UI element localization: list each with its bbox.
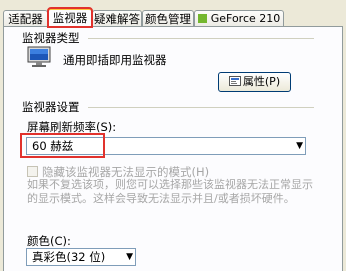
refresh-rate-label: 屏幕刷新频率(S): bbox=[27, 120, 117, 134]
properties-button-label: 属性(P) bbox=[242, 75, 281, 88]
tab-strip: 适配器 监视器 疑难解答 颜色管理 GeForce 210 bbox=[0, 7, 346, 28]
properties-icon bbox=[228, 76, 241, 86]
refresh-rate-dropdown[interactable]: 60 赫兹 ▼ bbox=[26, 137, 306, 155]
tab-troubleshoot[interactable]: 疑难解答 bbox=[92, 10, 142, 26]
tab-label: 颜色管理 bbox=[145, 12, 191, 26]
monitor-type-divider bbox=[88, 38, 314, 39]
tab-label: 适配器 bbox=[8, 12, 43, 26]
color-label: 颜色(C): bbox=[27, 234, 71, 248]
dropdown-arrow-icon: ▼ bbox=[296, 141, 303, 151]
monitor-settings-divider bbox=[88, 107, 314, 108]
nvidia-icon bbox=[197, 14, 207, 23]
monitor-type-heading: 监视器类型 bbox=[22, 30, 84, 46]
hide-modes-description: 如果不复选该项，则您可以选择那些该监视器无法正常显示的显示模式。这样会导致无法显… bbox=[27, 178, 313, 205]
refresh-rate-value: 60 赫兹 bbox=[32, 139, 74, 153]
properties-button[interactable]: 属性(P) bbox=[218, 72, 291, 92]
color-dropdown[interactable]: 真彩色(32 位) ▼ bbox=[26, 248, 136, 266]
tab-geforce[interactable]: GeForce 210 bbox=[194, 10, 284, 26]
monitor-name: 通用即插即用监视器 bbox=[63, 53, 167, 67]
hide-modes-checkbox[interactable] bbox=[27, 166, 38, 177]
tab-color-management[interactable]: 颜色管理 bbox=[142, 10, 194, 26]
monitor-icon bbox=[27, 46, 51, 67]
tab-monitor[interactable]: 监视器 bbox=[47, 7, 93, 28]
tab-adapter[interactable]: 适配器 bbox=[3, 10, 48, 26]
tab-label: GeForce 210 bbox=[210, 12, 281, 25]
tab-label: 监视器 bbox=[52, 11, 88, 25]
monitor-settings-heading: 监视器设置 bbox=[22, 99, 84, 115]
color-value: 真彩色(32 位) bbox=[32, 250, 106, 264]
tab-label: 疑难解答 bbox=[94, 12, 140, 26]
dropdown-arrow-icon: ▼ bbox=[126, 252, 133, 262]
